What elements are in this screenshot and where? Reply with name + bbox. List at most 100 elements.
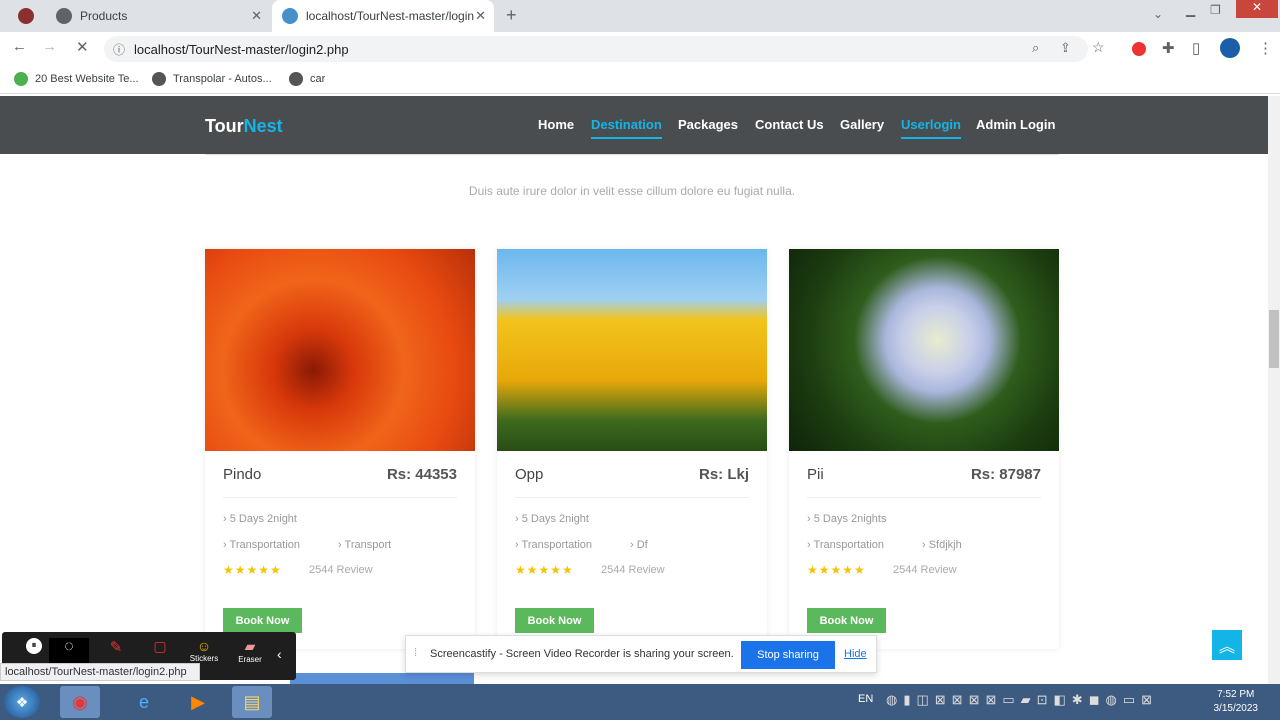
logo-part1: Tour — [205, 116, 244, 136]
divider — [807, 497, 1041, 498]
nav-home[interactable]: Home — [538, 117, 574, 132]
package-price: Rs: Lkj — [698, 466, 749, 483]
eraser-icon: ▰ — [244, 638, 256, 654]
rating-stars: ★★★★★ — [223, 563, 282, 577]
app-icon — [18, 8, 34, 24]
package-card: Pii Rs: 87987 › 5 Days 2nights › Transpo… — [789, 249, 1059, 649]
bookmark-item[interactable]: 20 Best Website Te... — [14, 72, 139, 86]
divider — [205, 154, 1059, 155]
sticker-icon: ☺ — [196, 638, 212, 654]
package-image[interactable] — [789, 249, 1059, 451]
nav-gallery[interactable]: Gallery — [840, 117, 884, 132]
close-icon[interactable]: ✕ — [475, 8, 486, 24]
nav-admin-login[interactable]: Admin Login — [976, 117, 1055, 132]
share-message: Screencastify - Screen Video Recorder is… — [430, 648, 734, 660]
menu-icon[interactable]: ⋮ — [1258, 39, 1273, 57]
globe-icon — [289, 72, 303, 86]
sidepanel-icon[interactable]: ▯ — [1192, 39, 1200, 57]
divider — [223, 497, 457, 498]
package-duration: › 5 Days 2night — [223, 513, 297, 525]
zoom-icon[interactable]: ⌕ — [1032, 40, 1039, 56]
logo-part2: Nest — [243, 116, 283, 136]
puzzle-icon[interactable]: ✚ — [1162, 39, 1175, 57]
book-now-button[interactable]: Book Now — [223, 608, 302, 633]
new-tab-icon[interactable]: + — [506, 5, 517, 26]
eraser-button[interactable]: ▰ Eraser — [230, 638, 270, 674]
cursor-icon: ◌ — [64, 638, 74, 655]
folder-icon: ▤ — [243, 691, 261, 712]
book-now-button[interactable]: Book Now — [807, 608, 886, 633]
drag-handle-icon[interactable]: ⁞ — [414, 647, 417, 659]
pause-icon: ⏸ — [26, 638, 42, 654]
tool-label: Stickers — [189, 654, 219, 663]
package-card: Pindo Rs: 44353 › 5 Days 2night › Transp… — [205, 249, 475, 649]
taskbar-explorer[interactable]: ▤ — [232, 686, 272, 718]
extension-icon[interactable] — [1132, 42, 1146, 56]
info-icon[interactable]: ⓘ — [113, 41, 125, 58]
package-image[interactable] — [205, 249, 475, 451]
chevron-down-icon[interactable]: ⌄ — [1153, 7, 1163, 21]
tab-label: localhost/TourNest-master/login — [306, 9, 475, 23]
package-card: Opp Rs: Lkj › 5 Days 2night › Transporta… — [497, 249, 767, 649]
start-button[interactable]: ❖ — [4, 686, 40, 718]
taskbar-chrome[interactable]: ◉ — [60, 686, 100, 718]
clock[interactable]: 7:52 PM 3/15/2023 — [1214, 688, 1259, 716]
clock-date: 3/15/2023 — [1213, 703, 1259, 714]
back-icon[interactable]: ← — [12, 38, 27, 55]
package-transport: › Transportation — [807, 539, 885, 551]
nav-contact[interactable]: Contact Us — [755, 117, 824, 132]
package-image[interactable] — [497, 249, 767, 451]
stop-loading-icon[interactable]: ✕ — [76, 38, 89, 56]
restore-icon[interactable]: ❐ — [1210, 3, 1221, 17]
package-transport: › Transportation — [515, 539, 593, 551]
tab-login[interactable]: localhost/TourNest-master/login ✕ — [272, 0, 494, 32]
tab-pinned[interactable] — [10, 0, 46, 32]
tool-label: Eraser — [238, 655, 262, 664]
collapse-icon[interactable]: ‹ — [277, 646, 282, 662]
close-icon[interactable]: ✕ — [251, 8, 262, 24]
language-indicator[interactable]: EN — [858, 693, 873, 705]
bookmark-item[interactable]: Transpolar - Autos... — [152, 72, 272, 86]
package-extra: › Sfdjkjh — [922, 539, 962, 551]
review-count: 2544 Review — [893, 564, 957, 576]
rating-stars: ★★★★★ — [807, 563, 866, 577]
nav-packages[interactable]: Packages — [678, 117, 738, 132]
taskbar-media[interactable]: ▶ — [178, 686, 218, 718]
share-icon[interactable]: ⇪ — [1060, 40, 1071, 56]
avatar[interactable] — [1220, 38, 1240, 58]
site-logo[interactable]: TourNest — [205, 116, 283, 137]
tab-products[interactable]: Products ✕ — [46, 0, 270, 32]
back-to-top-button[interactable]: ︽ — [1212, 630, 1242, 660]
package-price: Rs: 44353 — [386, 466, 457, 483]
stop-sharing-button[interactable]: Stop sharing — [741, 641, 835, 669]
bookmark-label: 20 Best Website Te... — [35, 73, 139, 85]
screen-share-bar: ⁞ Screencastify - Screen Video Recorder … — [405, 635, 877, 673]
book-now-button[interactable]: Book Now — [515, 608, 594, 633]
package-duration: › 5 Days 2night — [515, 513, 589, 525]
minimize-icon[interactable]: ▁ — [1186, 3, 1195, 17]
chevron-up-icon: ︽ — [1218, 639, 1235, 656]
star-icon[interactable]: ☆ — [1092, 39, 1105, 56]
status-url: localhost/TourNest-master/login2.php — [0, 663, 200, 681]
scrollbar[interactable] — [1268, 96, 1280, 684]
tray-icons[interactable]: ◍▮◫⊠⊠⊠⊠▭▰⊡◧✱◼◍▭⊠ — [886, 692, 1158, 708]
nav-userlogin[interactable]: Userlogin — [901, 117, 961, 139]
rectangle-icon: ▢ — [153, 638, 167, 654]
bookmark-label: Transpolar - Autos... — [173, 73, 272, 85]
window-close-icon[interactable]: ✕ — [1236, 0, 1278, 18]
bookmark-item[interactable]: car — [289, 72, 325, 86]
package-transport: › Transportation — [223, 539, 301, 551]
address-bar[interactable]: ⓘ localhost/TourNest-master/login2.php ⌕… — [104, 36, 1105, 62]
forward-icon[interactable]: → — [42, 38, 57, 55]
pen-icon: ✎ — [109, 639, 123, 656]
package-name: Pii — [807, 466, 824, 483]
nav-destination[interactable]: Destination — [591, 117, 662, 139]
package-extra: › Df — [630, 539, 648, 551]
scrollbar-thumb[interactable] — [1269, 310, 1279, 368]
package-name: Pindo — [223, 466, 262, 483]
taskbar-ie[interactable]: e — [124, 686, 164, 718]
rating-stars: ★★★★★ — [515, 563, 574, 577]
package-extra: › Transport — [338, 539, 392, 551]
bookmarks-bar: 20 Best Website Te... Transpolar - Autos… — [0, 66, 1280, 94]
hide-link[interactable]: Hide — [844, 648, 867, 660]
